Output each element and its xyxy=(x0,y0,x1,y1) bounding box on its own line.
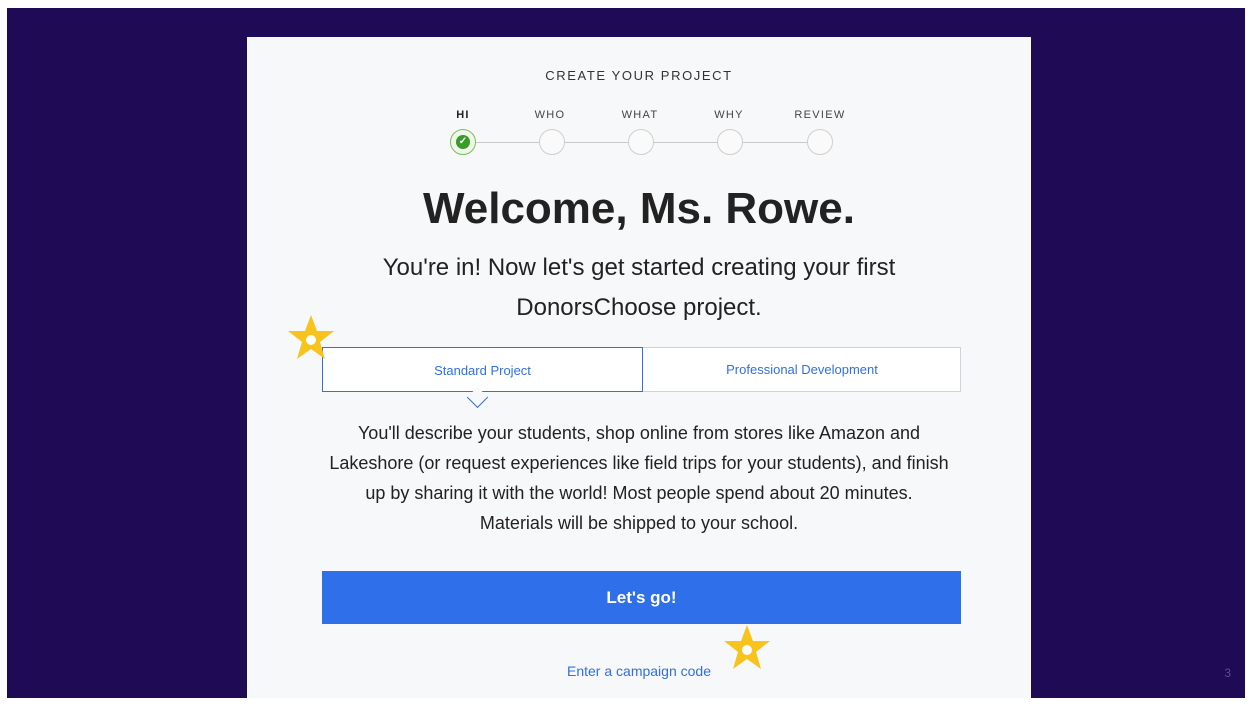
step-label-why: WHY xyxy=(714,109,744,121)
step-circle-review xyxy=(807,129,833,155)
project-type-tabs: Standard Project Professional Developmen… xyxy=(322,347,961,392)
step-label-what: WHAT xyxy=(621,109,659,121)
project-description: You'll describe your students, shop onli… xyxy=(329,423,949,533)
slide-background: CREATE YOUR PROJECT HI WHO WHAT WHY REVI… xyxy=(7,8,1245,698)
step-label-review: REVIEW xyxy=(794,109,846,121)
welcome-title: Welcome, Ms. Rowe. xyxy=(423,184,855,233)
progress-stepper: HI WHO WHAT WHY REVIEW ✓ xyxy=(247,107,1031,167)
lets-go-button[interactable]: Let's go! xyxy=(322,571,961,624)
slide-page-number: 3 xyxy=(1224,666,1231,680)
step-connector xyxy=(463,142,550,143)
checkmark-icon: ✓ xyxy=(456,135,470,149)
welcome-subtitle: You're in! Now let's get started creatin… xyxy=(382,254,896,321)
step-circle-what xyxy=(628,129,654,155)
tab-standard-project[interactable]: Standard Project xyxy=(322,347,643,392)
step-label-who: WHO xyxy=(534,109,566,121)
tab-professional-development[interactable]: Professional Development xyxy=(643,348,961,391)
step-circle-why xyxy=(717,129,743,155)
page-heading: CREATE YOUR PROJECT xyxy=(545,68,733,83)
campaign-code-link[interactable]: Enter a campaign code xyxy=(247,663,1031,679)
step-circle-who xyxy=(539,129,565,155)
create-project-panel: CREATE YOUR PROJECT HI WHO WHAT WHY REVI… xyxy=(247,37,1031,698)
star-icon xyxy=(724,625,770,669)
step-circle-hi: ✓ xyxy=(450,129,476,155)
step-label-hi: HI xyxy=(456,109,470,121)
star-icon xyxy=(288,315,334,359)
